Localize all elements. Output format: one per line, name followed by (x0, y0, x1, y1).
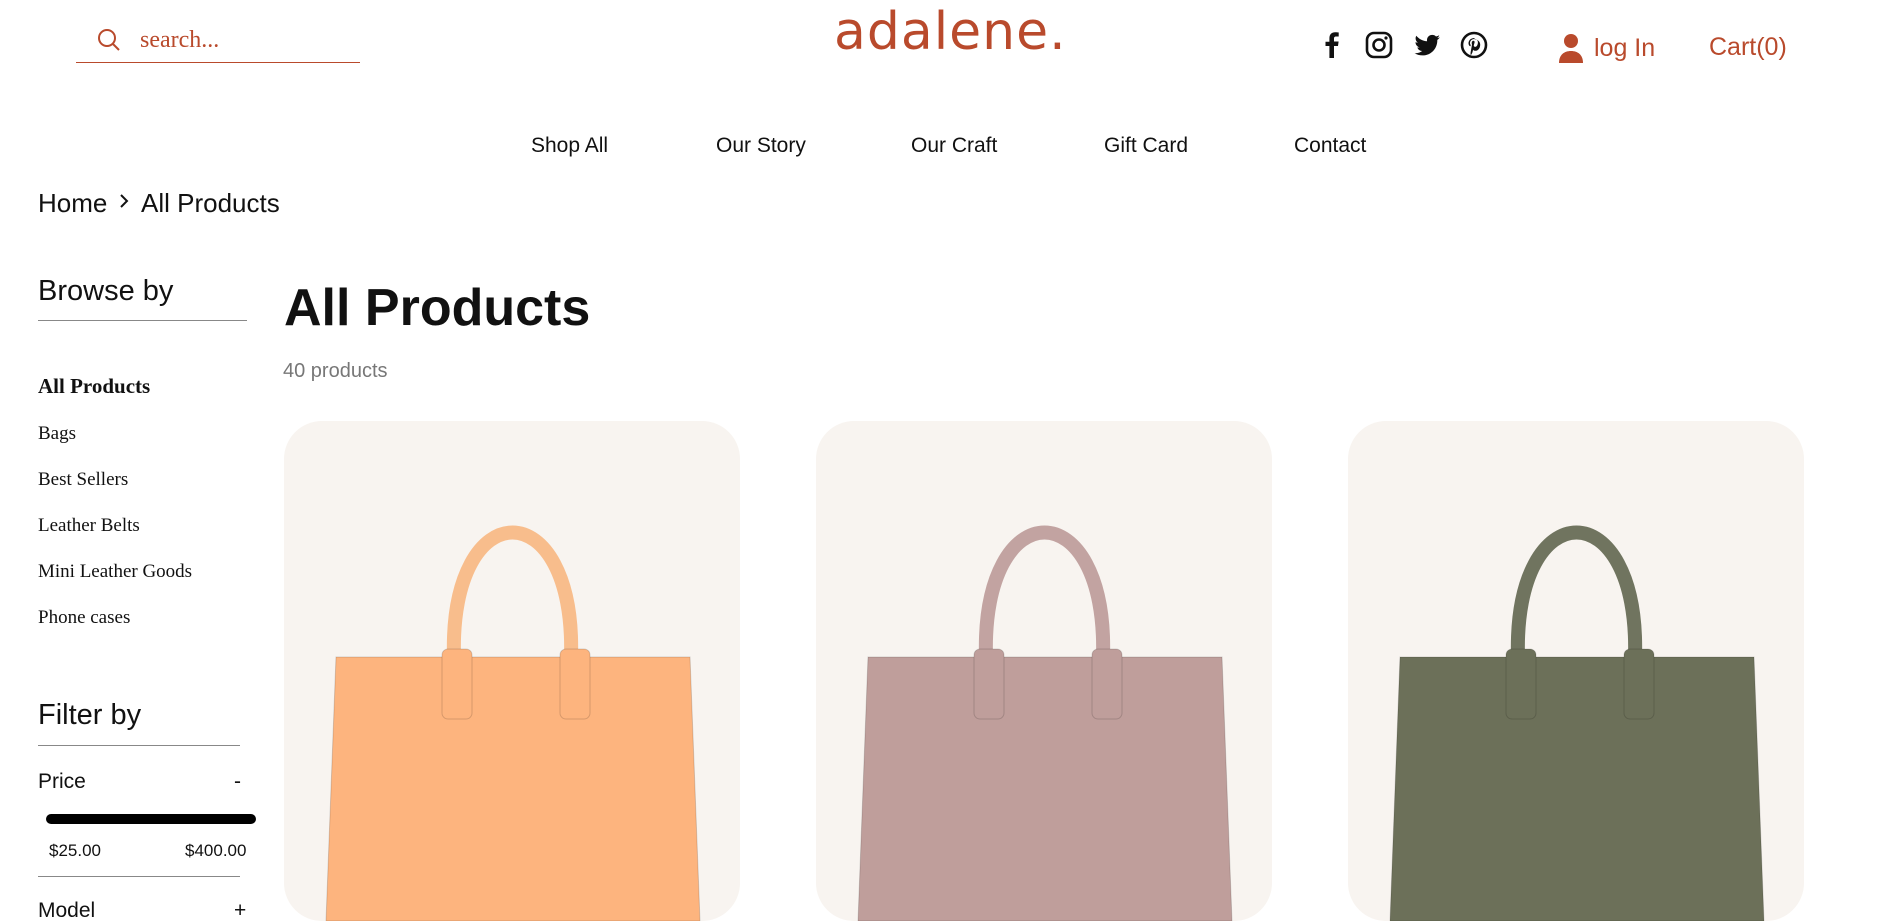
nav-shop-all[interactable]: Shop All (531, 134, 608, 158)
login-link[interactable]: log In (1558, 30, 1655, 66)
model-filter-label[interactable]: Model (38, 899, 95, 923)
category-mini-leather-goods[interactable]: Mini Leather Goods (38, 561, 192, 583)
nav-our-craft[interactable]: Our Craft (911, 134, 997, 158)
breadcrumb-current: All Products (141, 188, 280, 218)
price-collapse-toggle[interactable]: - (234, 770, 241, 794)
category-phone-cases[interactable]: Phone cases (38, 607, 130, 629)
breadcrumb-home[interactable]: Home (38, 188, 107, 219)
bag-image (325, 525, 701, 921)
cart-link[interactable]: Cart(0) (1709, 33, 1787, 62)
nav-contact[interactable]: Contact (1294, 134, 1366, 158)
price-range-slider[interactable] (46, 814, 256, 824)
instagram-icon[interactable] (1364, 30, 1394, 60)
category-best-sellers[interactable]: Best Sellers (38, 469, 128, 491)
login-label: log In (1594, 33, 1656, 62)
category-leather-belts[interactable]: Leather Belts (38, 515, 140, 537)
product-count: 40 products (283, 360, 388, 382)
facebook-icon[interactable] (1317, 30, 1347, 60)
filter-heading: Filter by (38, 699, 142, 731)
browse-heading: Browse by (38, 275, 174, 307)
price-filter-label[interactable]: Price (38, 770, 86, 794)
bag-image (1389, 525, 1765, 921)
pinterest-icon[interactable] (1459, 30, 1489, 60)
page-title: All Products (284, 279, 591, 337)
user-icon (1559, 34, 1583, 63)
chevron-right-icon (120, 194, 129, 208)
product-card[interactable] (1348, 421, 1804, 921)
nav-gift-card[interactable]: Gift Card (1104, 134, 1188, 158)
site-logo[interactable]: adalene. (834, 2, 1066, 62)
product-card[interactable] (816, 421, 1272, 921)
product-card[interactable] (284, 421, 740, 921)
model-expand-toggle[interactable]: + (234, 899, 246, 923)
price-max-value: $400.00 (185, 841, 247, 860)
bag-image (857, 525, 1233, 921)
search-icon (98, 29, 120, 51)
browse-divider (38, 320, 247, 321)
price-divider (38, 876, 240, 877)
nav-our-story[interactable]: Our Story (716, 134, 806, 158)
twitter-icon[interactable] (1412, 30, 1442, 60)
filter-divider (38, 745, 240, 746)
search-input[interactable] (138, 24, 352, 56)
search-bar[interactable] (76, 18, 360, 63)
price-min-value: $25.00 (49, 841, 101, 860)
category-bags[interactable]: Bags (38, 423, 76, 445)
category-all-products[interactable]: All Products (38, 374, 150, 399)
